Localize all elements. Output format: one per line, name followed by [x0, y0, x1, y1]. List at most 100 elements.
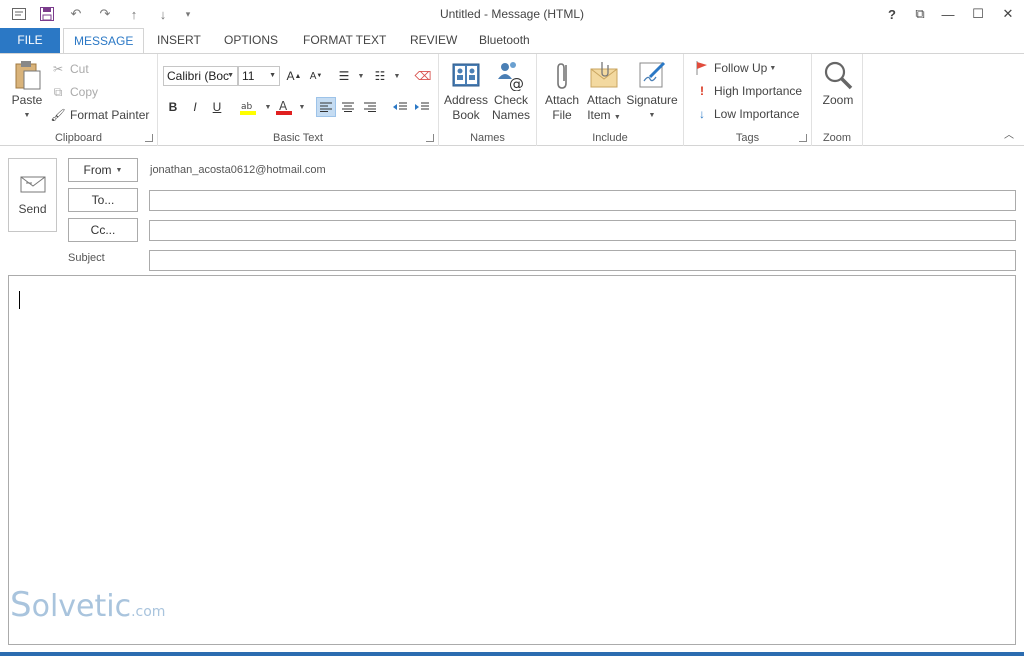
attach-item-dropdown-icon[interactable]: ▼: [614, 114, 621, 121]
check-names-label-1: Check: [493, 93, 528, 107]
maximize-button[interactable]: ☐: [966, 4, 990, 24]
basic-text-dialog-launcher-icon[interactable]: [426, 134, 434, 142]
increase-indent-icon[interactable]: [412, 97, 432, 117]
underline-button[interactable]: U: [207, 97, 227, 117]
signature-button[interactable]: Signature ▼: [625, 59, 679, 123]
ribbon-tabs: FILE MESSAGE INSERT OPTIONS FORMAT TEXT …: [0, 28, 1024, 54]
low-importance-button[interactable]: ↓ Low Importance: [694, 104, 799, 124]
clipboard-dialog-launcher-icon[interactable]: [145, 134, 153, 142]
include-group-label: Include: [592, 132, 628, 144]
font-name-combo[interactable]: Calibri (Boc ▼: [163, 66, 238, 86]
check-names-button[interactable]: @ Check Names: [489, 59, 533, 123]
follow-up-label: Follow Up: [714, 61, 768, 75]
tab-insert[interactable]: INSERT: [147, 28, 211, 53]
send-button[interactable]: Send: [8, 158, 57, 232]
undo-icon[interactable]: ↶: [66, 5, 86, 23]
signature-label: Signature: [626, 93, 678, 107]
ribbon-display-options-button[interactable]: ⧉: [908, 4, 932, 24]
shrink-font-icon[interactable]: A ▼: [306, 66, 326, 86]
address-book-button[interactable]: Address Book: [443, 59, 489, 123]
watermark-suffix: .com: [131, 604, 166, 620]
close-button[interactable]: ✕: [996, 4, 1020, 24]
basic-text-group: Calibri (Boc ▼ 11 ▼ A ▲ A ▼ ☰ ▼ ☷ ▼ ⌫ B I …: [158, 54, 439, 146]
svg-text:@: @: [509, 75, 524, 91]
tags-dialog-launcher-icon[interactable]: [799, 134, 807, 142]
from-dropdown-icon: ▼: [115, 166, 123, 174]
tab-review[interactable]: REVIEW: [400, 28, 467, 53]
zoom-button[interactable]: Zoom: [818, 59, 858, 108]
attach-item-button[interactable]: Attach Item ▼: [583, 59, 625, 125]
grow-font-icon[interactable]: A ▲: [284, 66, 304, 86]
redo-icon[interactable]: ↷: [95, 5, 115, 23]
paintbrush-icon: 🖌: [50, 108, 66, 122]
align-left-icon[interactable]: [316, 97, 336, 117]
font-size-combo[interactable]: 11 ▼: [238, 66, 280, 86]
high-importance-button[interactable]: ! High Importance: [694, 81, 802, 101]
font-color-dropdown-icon[interactable]: ▼: [292, 97, 312, 117]
cc-field[interactable]: [149, 220, 1016, 241]
decrease-indent-icon[interactable]: [390, 97, 410, 117]
italic-button[interactable]: I: [185, 97, 205, 117]
previous-item-icon[interactable]: ↑: [124, 5, 144, 23]
flag-icon: [694, 60, 710, 76]
paste-dropdown-icon[interactable]: ▼: [24, 108, 31, 123]
bullets-dropdown-icon[interactable]: ▼: [351, 66, 371, 86]
outlook-icon[interactable]: [9, 5, 29, 23]
copy-icon: ⧉: [53, 84, 63, 99]
next-item-icon[interactable]: ↓: [153, 5, 173, 23]
font-name-dropdown-icon[interactable]: ▼: [227, 67, 234, 85]
attach-file-button[interactable]: Attach File: [541, 59, 583, 123]
tab-options[interactable]: OPTIONS: [214, 28, 288, 53]
to-field[interactable]: [149, 190, 1016, 211]
cut-button[interactable]: ✂ Cut: [50, 59, 89, 79]
paperclip-icon: [557, 63, 567, 89]
collapse-ribbon-icon[interactable]: ︿: [1004, 126, 1014, 141]
follow-up-dropdown-icon[interactable]: ▼: [769, 65, 776, 72]
to-button[interactable]: To...: [68, 188, 138, 212]
watermark-s-mark: S: [10, 585, 32, 625]
paste-button[interactable]: Paste ▼: [8, 59, 46, 123]
font-color-icon[interactable]: A: [274, 97, 294, 117]
tab-format-text[interactable]: FORMAT TEXT: [293, 28, 396, 53]
format-painter-label: Format Painter: [70, 108, 150, 122]
scissors-icon: ✂: [52, 62, 64, 76]
attach-item-label-1: Attach: [586, 93, 622, 107]
subject-label: Subject: [68, 252, 105, 264]
signature-dropdown-icon[interactable]: ▼: [649, 108, 656, 123]
svg-text:A: A: [279, 99, 288, 113]
numbering-dropdown-icon[interactable]: ▼: [387, 66, 407, 86]
attach-file-label-2: File: [552, 108, 572, 122]
basic-text-group-label: Basic Text: [273, 132, 323, 144]
font-size-dropdown-icon[interactable]: ▼: [269, 67, 276, 85]
copy-button[interactable]: ⧉ Copy: [50, 82, 98, 102]
svg-text:ab: ab: [241, 102, 253, 112]
save-icon[interactable]: [37, 5, 57, 23]
tab-bluetooth[interactable]: Bluetooth: [469, 28, 540, 53]
copy-label: Copy: [70, 85, 99, 99]
subject-field[interactable]: [149, 250, 1016, 271]
tab-file[interactable]: FILE: [0, 28, 60, 53]
watermark-text: olvetic: [31, 589, 132, 624]
minimize-button[interactable]: —: [936, 4, 960, 24]
highlight-icon[interactable]: ab: [238, 97, 258, 117]
title-bar: ↶ ↷ ↑ ↓ ▾ Untitled - Message (HTML) ? ⧉ …: [0, 0, 1024, 28]
cc-button[interactable]: Cc...: [68, 218, 138, 242]
watermark-logo: Solvetic.com: [10, 585, 165, 625]
ribbon: Paste ▼ ✂ Cut ⧉ Copy 🖌 Format Painter Cl…: [0, 53, 1024, 146]
follow-up-button[interactable]: Follow Up ▼: [694, 58, 776, 78]
address-book-icon: [452, 63, 480, 87]
align-right-icon[interactable]: [360, 97, 380, 117]
names-group: Address Book @ Check Names Names: [439, 54, 537, 146]
help-button[interactable]: ?: [880, 4, 904, 24]
format-painter-button[interactable]: 🖌 Format Painter: [50, 105, 149, 125]
check-names-label-2: Names: [491, 108, 530, 122]
align-center-icon[interactable]: [338, 97, 358, 117]
exclamation-icon: !: [700, 84, 704, 98]
address-book-label-2: Book: [452, 108, 480, 122]
tab-message[interactable]: MESSAGE: [63, 28, 145, 54]
paste-label: Paste: [11, 93, 43, 107]
customize-qat-icon[interactable]: ▾: [178, 5, 198, 23]
from-button[interactable]: From ▼: [68, 158, 138, 182]
clear-formatting-icon[interactable]: ⌫: [413, 66, 433, 86]
bold-button[interactable]: B: [163, 97, 183, 117]
